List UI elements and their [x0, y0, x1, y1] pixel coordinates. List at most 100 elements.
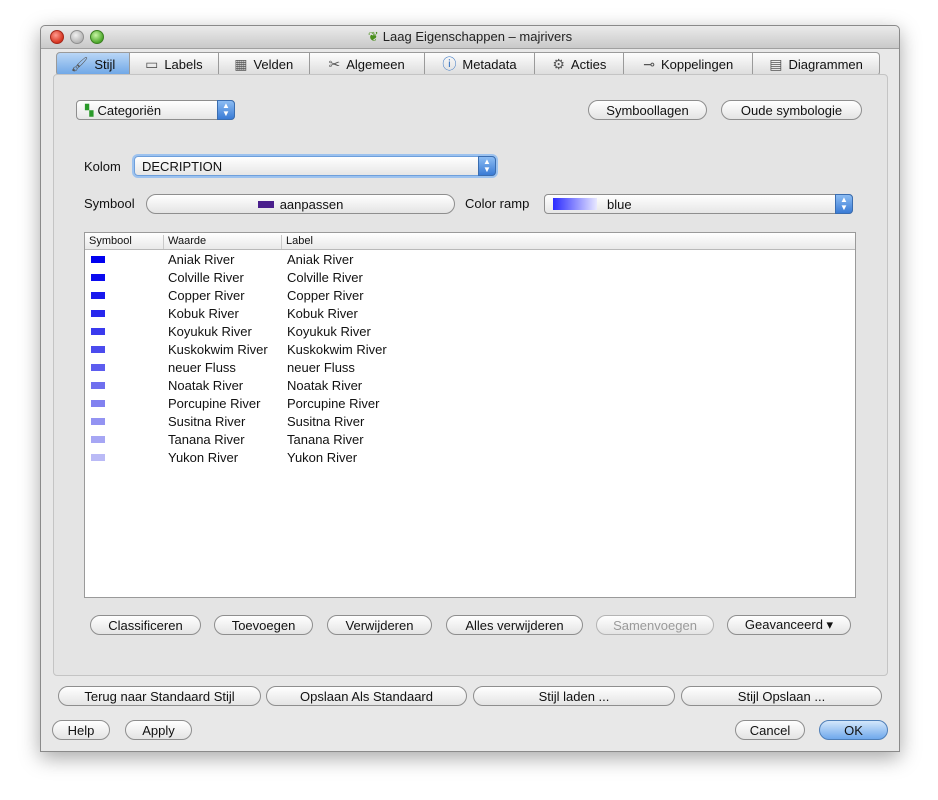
layer-properties-window: ❦ Laag Eigenschappen – majrivers 🖌 Stijl ▭…: [40, 25, 900, 752]
category-symbol-swatch[interactable]: [91, 454, 105, 461]
category-value: Copper River: [168, 288, 245, 303]
category-symbol-swatch[interactable]: [91, 274, 105, 281]
help-button[interactable]: Help: [52, 720, 110, 740]
advanced-menu-button[interactable]: Geavanceerd ▾: [727, 615, 851, 635]
restore-default-style-button[interactable]: Terug naar Standaard Stijl: [58, 686, 261, 706]
select-arrows-icon: ▲ ▼: [217, 100, 235, 120]
column-header-value[interactable]: Waarde: [163, 235, 206, 249]
qgis-leaf-icon: ❦: [367, 29, 379, 44]
tab-bar: 🖌 Stijl ▭ Labels ▦ Velden ✂ Algemeen ⓘ Metada…: [56, 52, 880, 76]
category-value: Kuskokwim River: [168, 342, 268, 357]
tab-acties[interactable]: ⚙ Acties: [535, 52, 625, 76]
tab-algemeen[interactable]: ✂ Algemeen: [309, 52, 425, 76]
label-icon: ▭: [145, 55, 159, 72]
style-panel: ▚ Categoriën ▲ ▼ Symboollagen Oude symbol…: [53, 74, 888, 676]
category-symbol-swatch[interactable]: [91, 346, 105, 353]
table-row[interactable]: Colville River Colville River: [85, 269, 855, 287]
classify-button[interactable]: Classificeren: [90, 615, 201, 635]
tab-diagrammen[interactable]: ▤ Diagrammen: [753, 52, 880, 76]
symbol-layers-button[interactable]: Symboollagen: [588, 100, 707, 120]
table-row[interactable]: Noatak River Noatak River: [85, 377, 855, 395]
color-ramp-label: Color ramp: [465, 196, 530, 211]
category-label[interactable]: Yukon River: [287, 450, 357, 465]
old-symbology-button[interactable]: Oude symbologie: [721, 100, 862, 120]
select-arrows-icon: ▲ ▼: [478, 156, 496, 176]
title-bar[interactable]: ❦ Laag Eigenschappen – majrivers: [41, 26, 899, 49]
category-symbol-swatch[interactable]: [91, 436, 105, 443]
ok-button[interactable]: OK: [819, 720, 888, 740]
table-row[interactable]: Kuskokwim River Kuskokwim River: [85, 341, 855, 359]
table-row[interactable]: Aniak River Aniak River: [85, 251, 855, 269]
tools-icon: ✂: [328, 55, 341, 72]
apply-button[interactable]: Apply: [125, 720, 192, 740]
add-button[interactable]: Toevoegen: [214, 615, 313, 635]
table-row[interactable]: Kobuk River Kobuk River: [85, 305, 855, 323]
info-icon: ⓘ: [442, 56, 457, 72]
category-label[interactable]: Koyukuk River: [287, 324, 371, 339]
table-header: Symbool Waarde Label: [85, 233, 855, 250]
tab-stijl[interactable]: 🖌 Stijl: [56, 52, 130, 76]
category-symbol-swatch[interactable]: [91, 364, 105, 371]
table-row[interactable]: Tanana River Tanana River: [85, 431, 855, 449]
category-value: neuer Fluss: [168, 360, 236, 375]
gears-icon: ⚙: [552, 55, 565, 72]
column-select[interactable]: DECRIPTION ▲ ▼: [134, 156, 496, 176]
save-style-button[interactable]: Stijl Opslaan ...: [681, 686, 882, 706]
category-label[interactable]: Tanana River: [287, 432, 364, 447]
category-value: Noatak River: [168, 378, 244, 393]
column-header-symbol[interactable]: Symbool: [89, 235, 132, 249]
category-label[interactable]: Colville River: [287, 270, 363, 285]
table-row[interactable]: Susitna River Susitna River: [85, 413, 855, 431]
category-symbol-swatch[interactable]: [91, 418, 105, 425]
table-row[interactable]: Copper River Copper River: [85, 287, 855, 305]
category-symbol-swatch[interactable]: [91, 256, 105, 263]
category-symbol-swatch[interactable]: [91, 328, 105, 335]
table-icon: ▦: [234, 55, 248, 72]
category-symbol-swatch[interactable]: [91, 400, 105, 407]
remove-button[interactable]: Verwijderen: [327, 615, 432, 635]
color-ramp-select[interactable]: blue ▲ ▼: [544, 194, 853, 214]
symbol-preview: [257, 200, 274, 208]
category-label[interactable]: Kobuk River: [287, 306, 358, 321]
category-label[interactable]: Kuskokwim River: [287, 342, 387, 357]
category-value: Porcupine River: [168, 396, 261, 411]
category-label[interactable]: neuer Fluss: [287, 360, 355, 375]
category-value: Yukon River: [168, 450, 239, 465]
symbol-label: Symbool: [84, 196, 135, 211]
tab-koppelingen[interactable]: ⊸ Koppelingen: [624, 52, 754, 76]
column-header-label[interactable]: Label: [281, 235, 313, 249]
load-style-button[interactable]: Stijl laden ...: [473, 686, 675, 706]
category-label[interactable]: Noatak River: [287, 378, 362, 393]
category-label[interactable]: Aniak River: [287, 252, 353, 267]
symbol-change-button[interactable]: aanpassen: [146, 194, 455, 214]
tab-labels[interactable]: ▭ Labels: [129, 52, 219, 76]
table-row[interactable]: neuer Fluss neuer Fluss: [85, 359, 855, 377]
renderer-select[interactable]: ▚ Categoriën ▲ ▼: [76, 100, 235, 120]
category-value: Colville River: [168, 270, 244, 285]
category-label[interactable]: Porcupine River: [287, 396, 380, 411]
category-symbol-swatch[interactable]: [91, 310, 105, 317]
categories-table[interactable]: Symbool Waarde Label Aniak River Aniak Ri…: [84, 232, 856, 598]
category-symbol-swatch[interactable]: [91, 382, 105, 389]
merge-button[interactable]: Samenvoegen: [596, 615, 714, 635]
save-as-default-button[interactable]: Opslaan Als Standaard: [266, 686, 467, 706]
select-arrows-icon: ▲ ▼: [835, 194, 853, 214]
tab-velden[interactable]: ▦ Velden: [218, 52, 310, 76]
category-symbol-swatch[interactable]: [91, 292, 105, 299]
remove-all-button[interactable]: Alles verwijderen: [446, 615, 583, 635]
category-value: Aniak River: [168, 252, 235, 267]
table-row[interactable]: Koyukuk River Koyukuk River: [85, 323, 855, 341]
brush-icon: 🖌: [70, 55, 89, 72]
table-row[interactable]: Porcupine River Porcupine River: [85, 395, 855, 413]
tab-metadata[interactable]: ⓘ Metadata: [424, 52, 536, 76]
join-icon: ⊸: [643, 55, 655, 72]
table-row[interactable]: Yukon River Yukon River: [85, 449, 855, 467]
diagram-icon: ▤: [769, 55, 783, 72]
category-value: Tanana River: [168, 432, 245, 447]
cancel-button[interactable]: Cancel: [735, 720, 805, 740]
categorized-icon: ▚: [85, 104, 94, 117]
category-label[interactable]: Susitna River: [287, 414, 364, 429]
category-value: Susitna River: [168, 414, 246, 429]
category-label[interactable]: Copper River: [287, 288, 364, 303]
ramp-preview: [553, 198, 597, 210]
